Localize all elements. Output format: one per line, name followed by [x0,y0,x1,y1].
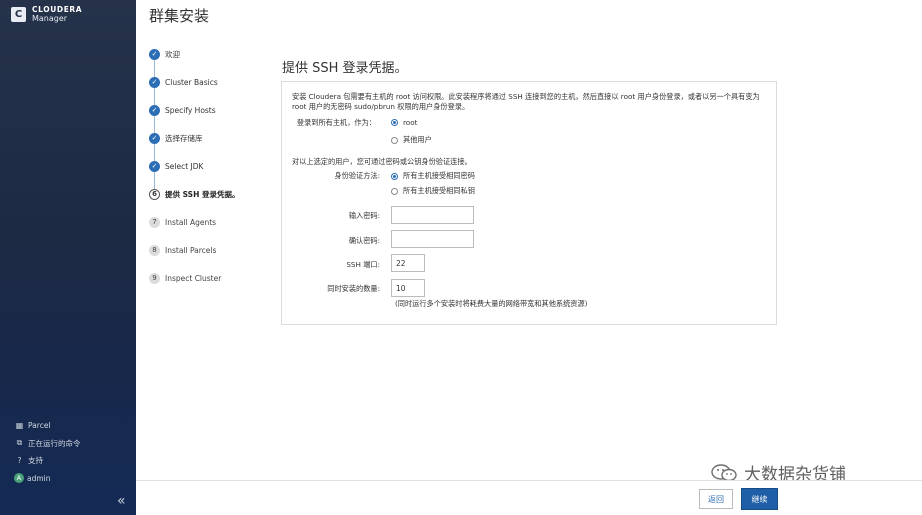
sidebar-item-label: 正在运行的命令 [28,438,81,448]
confirm-password-label: 确认密码: [348,236,380,245]
step-specify-hosts[interactable]: ✓ Specify Hosts [149,96,267,124]
panel-title: 提供 SSH 登录凭据。 [282,61,408,76]
step-welcome[interactable]: ✓ 欢迎 [149,40,267,68]
step-label: Install Agents [165,217,217,227]
page-title: 群集安装 [149,7,210,25]
main-panel: 提供 SSH 登录凭据。 安装 Cloudera 包需要有主机的 root 访问… [268,43,791,480]
step-select-jdk[interactable]: ✓ Select JDK [149,152,267,180]
password-label: 输入密码: [348,211,380,220]
concurrent-installs-hint: (同时运行多个安装时将耗费大量的网络带宽和其他系统资源) [395,299,588,308]
continue-button[interactable]: 继续 [741,488,778,510]
step-inspect-cluster: 9 Inspect Cluster [149,264,267,292]
step-done-icon: ✓ [149,132,160,144]
help-icon: ? [17,456,22,466]
sidebar-item-admin[interactable]: A admin [14,470,132,488]
step-label: 欢迎 [165,49,180,59]
step-done-icon: ✓ [149,76,160,88]
step-label: Specify Hosts [165,105,216,115]
step-install-agents: 7 Install Agents [149,208,267,236]
radio-selected-icon [391,119,398,126]
brand[interactable]: C CLOUDERA Manager [11,5,82,23]
step-install-parcels: 8 Install Parcels [149,236,267,264]
footer-bar: 返回 继续 [136,480,922,515]
concurrent-installs-input[interactable]: 10 [391,279,425,297]
step-number-icon: 7 [149,216,160,228]
step-done-icon: ✓ [149,104,160,116]
sidebar-item-support[interactable]: ? 支持 [14,452,132,470]
sidebar-bottom-nav: ▦ Parcel ⧉ 正在运行的命令 ? 支持 A admin [14,417,132,487]
step-label: Install Parcels [165,245,217,255]
option-label: 所有主机接受相同密码 [403,171,475,180]
step-select-repository[interactable]: ✓ 选择存储库 [149,124,267,152]
option-label: 所有主机接受相同私钥 [403,186,475,195]
parcel-icon: ▦ [15,421,24,431]
ssh-port-label: SSH 端口: [346,260,380,269]
intro-text: 安装 Cloudera 包需要有主机的 root 访问权限。此安装程序将通过 S… [292,92,760,111]
sidebar-item-running-commands[interactable]: ⧉ 正在运行的命令 [14,435,132,453]
wizard-steps: ✓ 欢迎 ✓ Cluster Basics ✓ Specify Hosts ✓ … [149,40,267,292]
ssh-port-input[interactable]: 22 [391,254,425,272]
commands-icon: ⧉ [16,438,23,448]
collapse-sidebar-icon[interactable]: « [117,493,126,509]
login-as-label: 登录到所有主机，作为： [296,118,376,127]
brand-name: CLOUDERA [32,5,83,14]
step-done-icon: ✓ [149,160,160,172]
step-number-icon: 9 [149,272,160,284]
sidebar: C CLOUDERA Manager ▦ Parcel ⧉ 正在运行的命令 ? … [0,0,136,515]
sidebar-item-label: admin [27,473,51,483]
step-label: 提供 SSH 登录凭据。 [165,189,240,199]
step-label: Select JDK [165,161,204,171]
sidebar-item-label: 支持 [28,456,43,466]
step-number-icon: 8 [149,244,160,256]
concurrent-installs-label: 同时安装的数量: [327,284,380,293]
sidebar-item-parcel[interactable]: ▦ Parcel [14,417,132,435]
option-label: root [403,118,418,127]
confirm-password-input[interactable] [391,230,474,248]
auth-method-label: 身份验证方法: [334,171,380,180]
auth-intro-text: 对以上选定的用户，您可通过密码或公钥身份验证连接。 [292,157,472,166]
step-label: Inspect Cluster [165,273,222,283]
login-option-other-user[interactable]: 其他用户 [391,135,432,145]
back-button[interactable]: 返回 [699,489,733,509]
step-done-icon: ✓ [149,48,160,60]
step-label: Cluster Basics [165,77,218,87]
radio-selected-icon [391,172,398,180]
sidebar-item-label: Parcel [28,421,51,431]
login-option-root[interactable]: root [391,118,417,127]
radio-unselected-icon [391,136,398,144]
step-number-icon: 6 [149,188,160,200]
brand-product: Manager [32,14,68,23]
avatar-icon: A [14,473,24,484]
step-ssh-credentials[interactable]: 6 提供 SSH 登录凭据。 [149,180,267,208]
auth-option-password[interactable]: 所有主机接受相同密码 [391,171,475,181]
option-label: 其他用户 [403,135,432,144]
password-input[interactable] [391,206,474,224]
step-cluster-basics[interactable]: ✓ Cluster Basics [149,68,267,96]
auth-option-private-key[interactable]: 所有主机接受相同私钥 [391,186,475,196]
cloudera-logo-icon: C [11,6,26,22]
ssh-credentials-form: 安装 Cloudera 包需要有主机的 root 访问权限。此安装程序将通过 S… [281,81,777,325]
radio-unselected-icon [391,187,398,195]
step-label: 选择存储库 [165,133,203,143]
